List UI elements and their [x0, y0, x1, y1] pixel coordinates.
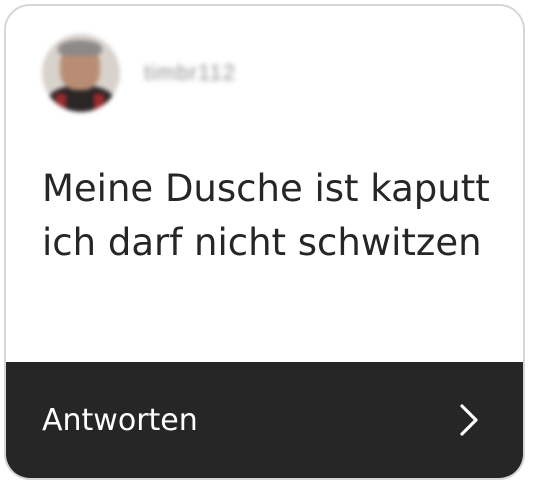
card-header: timbr112 [42, 34, 236, 112]
question-card: timbr112 Meine Dusche ist kaputt ich dar… [4, 4, 525, 480]
chevron-right-icon [455, 403, 483, 437]
username: timbr112 [144, 60, 236, 85]
reply-button[interactable]: Antworten [6, 362, 523, 478]
reply-label: Antworten [42, 402, 198, 438]
avatar [42, 34, 120, 112]
question-text: Meine Dusche ist kaputt ich darf nicht s… [42, 167, 490, 264]
